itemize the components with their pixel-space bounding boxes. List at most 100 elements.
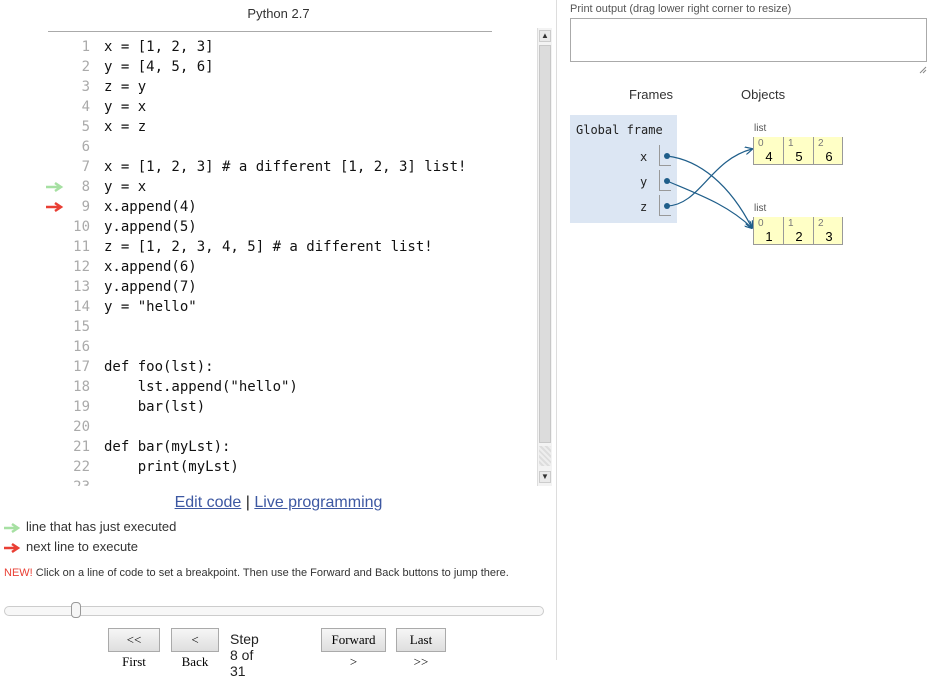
global-frame-title: Global frame: [576, 123, 663, 137]
line-number: 16: [73, 339, 90, 355]
code-text: print(myLst): [104, 459, 239, 475]
code-line[interactable]: 4 y = x: [0, 97, 536, 117]
list-value: 2: [795, 229, 803, 244]
code-text: x = [1, 2, 3] # a different [1, 2, 3] li…: [104, 159, 467, 175]
code-line[interactable]: 14 y = "hello": [0, 297, 536, 317]
slider-handle[interactable]: [71, 602, 81, 618]
pane-divider: [556, 0, 557, 660]
code-line[interactable]: 17 def foo(lst):: [0, 357, 536, 377]
list-cell: 23: [813, 217, 843, 245]
line-number: 4: [81, 99, 90, 115]
line-number: 21: [73, 439, 90, 455]
code-line[interactable]: 19 bar(lst): [0, 397, 536, 417]
list-cell: 12: [783, 217, 813, 245]
line-number: 20: [73, 419, 90, 435]
code-text: x = z: [104, 119, 147, 135]
pointer-y-arrow: [666, 180, 752, 228]
var-z-slot: [659, 195, 671, 216]
scroll-track[interactable]: [539, 446, 551, 466]
legend-executed-text: line that has just executed: [26, 519, 177, 534]
print-output-label: Print output (drag lower right corner to…: [570, 3, 792, 15]
code-line[interactable]: 1 x = [1, 2, 3]: [0, 37, 536, 57]
code-line[interactable]: 16: [0, 337, 536, 357]
list-type-label: list: [754, 123, 767, 134]
scroll-thumb[interactable]: [539, 45, 551, 443]
code-line[interactable]: 10 y.append(5): [0, 217, 536, 237]
list-cell: 26: [813, 137, 843, 165]
line-number: 23: [48, 477, 90, 486]
language-label: Python 2.7: [247, 6, 310, 21]
code-line[interactable]: 2 y = [4, 5, 6]: [0, 57, 536, 77]
resize-handle-icon[interactable]: [919, 66, 927, 74]
line-number: 10: [73, 219, 90, 235]
live-programming-link[interactable]: Live programming: [254, 494, 382, 511]
green-arrow-icon: [4, 522, 21, 533]
step-slider[interactable]: [4, 602, 544, 618]
line-number: 7: [81, 159, 90, 175]
scroll-up-icon[interactable]: ▲: [539, 30, 551, 42]
line-number: 5: [81, 119, 90, 135]
edit-code-link[interactable]: Edit code: [175, 494, 242, 511]
list-value: 5: [795, 149, 803, 164]
last-button[interactable]: Last >>: [396, 628, 446, 669]
code-line[interactable]: 8 y = x: [0, 177, 536, 197]
code-text: def foo(lst):: [104, 359, 214, 375]
code-line[interactable]: 23: [0, 477, 536, 486]
code-text: bar(lst): [104, 399, 206, 415]
red-arrow-icon: [4, 542, 21, 553]
forward-button[interactable]: Forward >: [321, 628, 386, 669]
line-number: 18: [73, 379, 90, 395]
code-display[interactable]: 1 x = [1, 2, 3] 2 y = [4, 5, 6] 3 z = y 4 y = x…: [0, 35, 536, 486]
code-line[interactable]: 15: [0, 317, 536, 337]
code-line[interactable]: 3 z = y: [0, 77, 536, 97]
list-type-label: list: [754, 203, 767, 214]
first-button[interactable]: << First: [108, 628, 160, 669]
line-number: 1: [81, 39, 90, 55]
code-text: lst.append("hello"): [104, 379, 298, 395]
back-button[interactable]: < Back: [171, 628, 219, 669]
print-output-box[interactable]: [570, 18, 927, 62]
line-number: 6: [81, 139, 90, 155]
code-text: y.append(5): [104, 219, 197, 235]
code-line[interactable]: 20: [0, 417, 536, 437]
code-line[interactable]: 6: [0, 137, 536, 157]
line-number: 22: [73, 459, 90, 475]
line-number: 13: [73, 279, 90, 295]
code-header-divider: [48, 31, 492, 32]
new-badge: NEW!: [4, 567, 33, 579]
scroll-down-icon[interactable]: ▼: [539, 471, 551, 483]
list-value: 3: [825, 229, 833, 244]
list-cell: 01: [753, 217, 783, 245]
list-index: 2: [818, 218, 824, 229]
code-line[interactable]: 7 x = [1, 2, 3] # a different [1, 2, 3] l…: [0, 157, 536, 177]
code-line[interactable]: 12 x.append(6): [0, 257, 536, 277]
code-line[interactable]: 9 x.append(4): [0, 197, 536, 217]
line-number: 8: [81, 179, 90, 195]
code-text: x.append(6): [104, 259, 197, 275]
code-line[interactable]: 21 def bar(myLst):: [0, 437, 536, 457]
var-z-name: z: [640, 200, 648, 214]
notice-text: Click on a line of code to set a breakpo…: [32, 567, 509, 579]
code-scrollbar[interactable]: ▲ ▼: [537, 28, 552, 486]
code-line[interactable]: 22 print(myLst): [0, 457, 536, 477]
code-line[interactable]: 18 lst.append("hello"): [0, 377, 536, 397]
var-x-slot: [659, 145, 671, 166]
pointer-z-arrow: [666, 149, 752, 207]
line-number: 11: [73, 239, 90, 255]
code-text: z = y: [104, 79, 147, 95]
var-x-name: x: [640, 150, 648, 164]
code-text: x.append(4): [104, 199, 197, 215]
breakpoint-notice: NEW! Click on a line of code to set a br…: [4, 567, 544, 580]
line-number: 14: [73, 299, 90, 315]
legend-next: next line to execute: [4, 539, 138, 554]
line-number: 17: [73, 359, 90, 375]
code-text: y.append(7): [104, 279, 197, 295]
code-text: y = x: [104, 179, 147, 195]
link-separator: |: [245, 494, 250, 511]
list-index: 1: [788, 138, 794, 149]
code-line[interactable]: 11 z = [1, 2, 3, 4, 5] # a different list…: [0, 237, 536, 257]
objects-header: Objects: [741, 87, 786, 102]
code-line[interactable]: 5 x = z: [0, 117, 536, 137]
code-line[interactable]: 13 y.append(7): [0, 277, 536, 297]
pointer-x-arrow: [666, 155, 752, 228]
